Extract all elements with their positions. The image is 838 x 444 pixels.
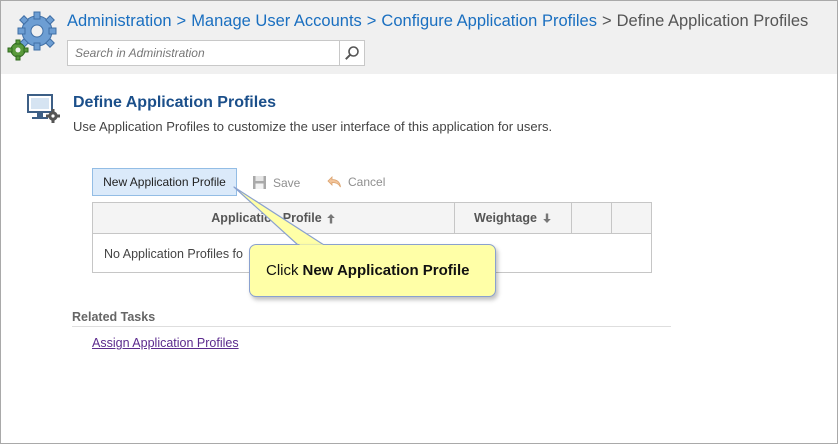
assign-application-profiles-link[interactable]: Assign Application Profiles bbox=[92, 336, 239, 350]
breadcrumb-separator: > bbox=[176, 12, 187, 30]
monitor-settings-icon bbox=[27, 94, 60, 123]
undo-arrow-icon bbox=[327, 175, 341, 187]
empty-table-message: No Application Profiles fo bbox=[104, 247, 243, 261]
cancel-label: Cancel bbox=[348, 175, 386, 189]
save-button[interactable]: Save bbox=[252, 175, 300, 190]
breadcrumb-configure-application-profiles[interactable]: Configure Application Profiles bbox=[381, 12, 597, 30]
callout-prefix: Click bbox=[266, 262, 299, 279]
breadcrumb-separator: > bbox=[601, 12, 612, 30]
related-tasks-divider bbox=[72, 326, 671, 327]
cancel-button[interactable]: Cancel bbox=[327, 175, 385, 189]
column-header-weightage[interactable]: Weightage bbox=[454, 203, 571, 233]
save-icon bbox=[253, 176, 266, 189]
column-header-empty bbox=[611, 203, 651, 233]
save-label: Save bbox=[273, 175, 301, 190]
breadcrumb-current-page: Define Application Profiles bbox=[616, 12, 809, 30]
column-header-application-profile[interactable]: Application Profile bbox=[93, 203, 454, 233]
search-box bbox=[67, 40, 365, 66]
header-bar: Administration > Manage User Accounts > Conf… bbox=[1, 1, 837, 74]
page-title: Define Application Profiles bbox=[73, 94, 276, 111]
search-icon bbox=[345, 46, 359, 60]
search-input[interactable] bbox=[68, 41, 340, 65]
up-arrow-icon bbox=[326, 213, 335, 223]
instruction-callout: Click New Application Profile bbox=[249, 244, 496, 297]
column-header-empty bbox=[571, 203, 611, 233]
callout-emphasis: New Application Profile bbox=[302, 262, 470, 279]
app-window: Administration > Manage User Accounts > Conf… bbox=[0, 0, 838, 444]
related-tasks-heading: Related Tasks bbox=[72, 310, 156, 324]
search-button[interactable] bbox=[339, 41, 364, 65]
breadcrumb: Administration > Manage User Accounts > Conf… bbox=[67, 12, 808, 31]
down-arrow-icon bbox=[543, 213, 551, 223]
page-description: Use Application Profiles to customize th… bbox=[73, 119, 553, 134]
breadcrumb-separator: > bbox=[366, 12, 377, 30]
breadcrumb-administration[interactable]: Administration bbox=[67, 12, 172, 30]
breadcrumb-manage-user-accounts[interactable]: Manage User Accounts bbox=[191, 12, 362, 30]
administration-gear-icon bbox=[7, 11, 57, 61]
table-header: Application Profile Weightage bbox=[93, 203, 651, 234]
new-application-profile-button[interactable]: New Application Profile bbox=[92, 168, 237, 196]
